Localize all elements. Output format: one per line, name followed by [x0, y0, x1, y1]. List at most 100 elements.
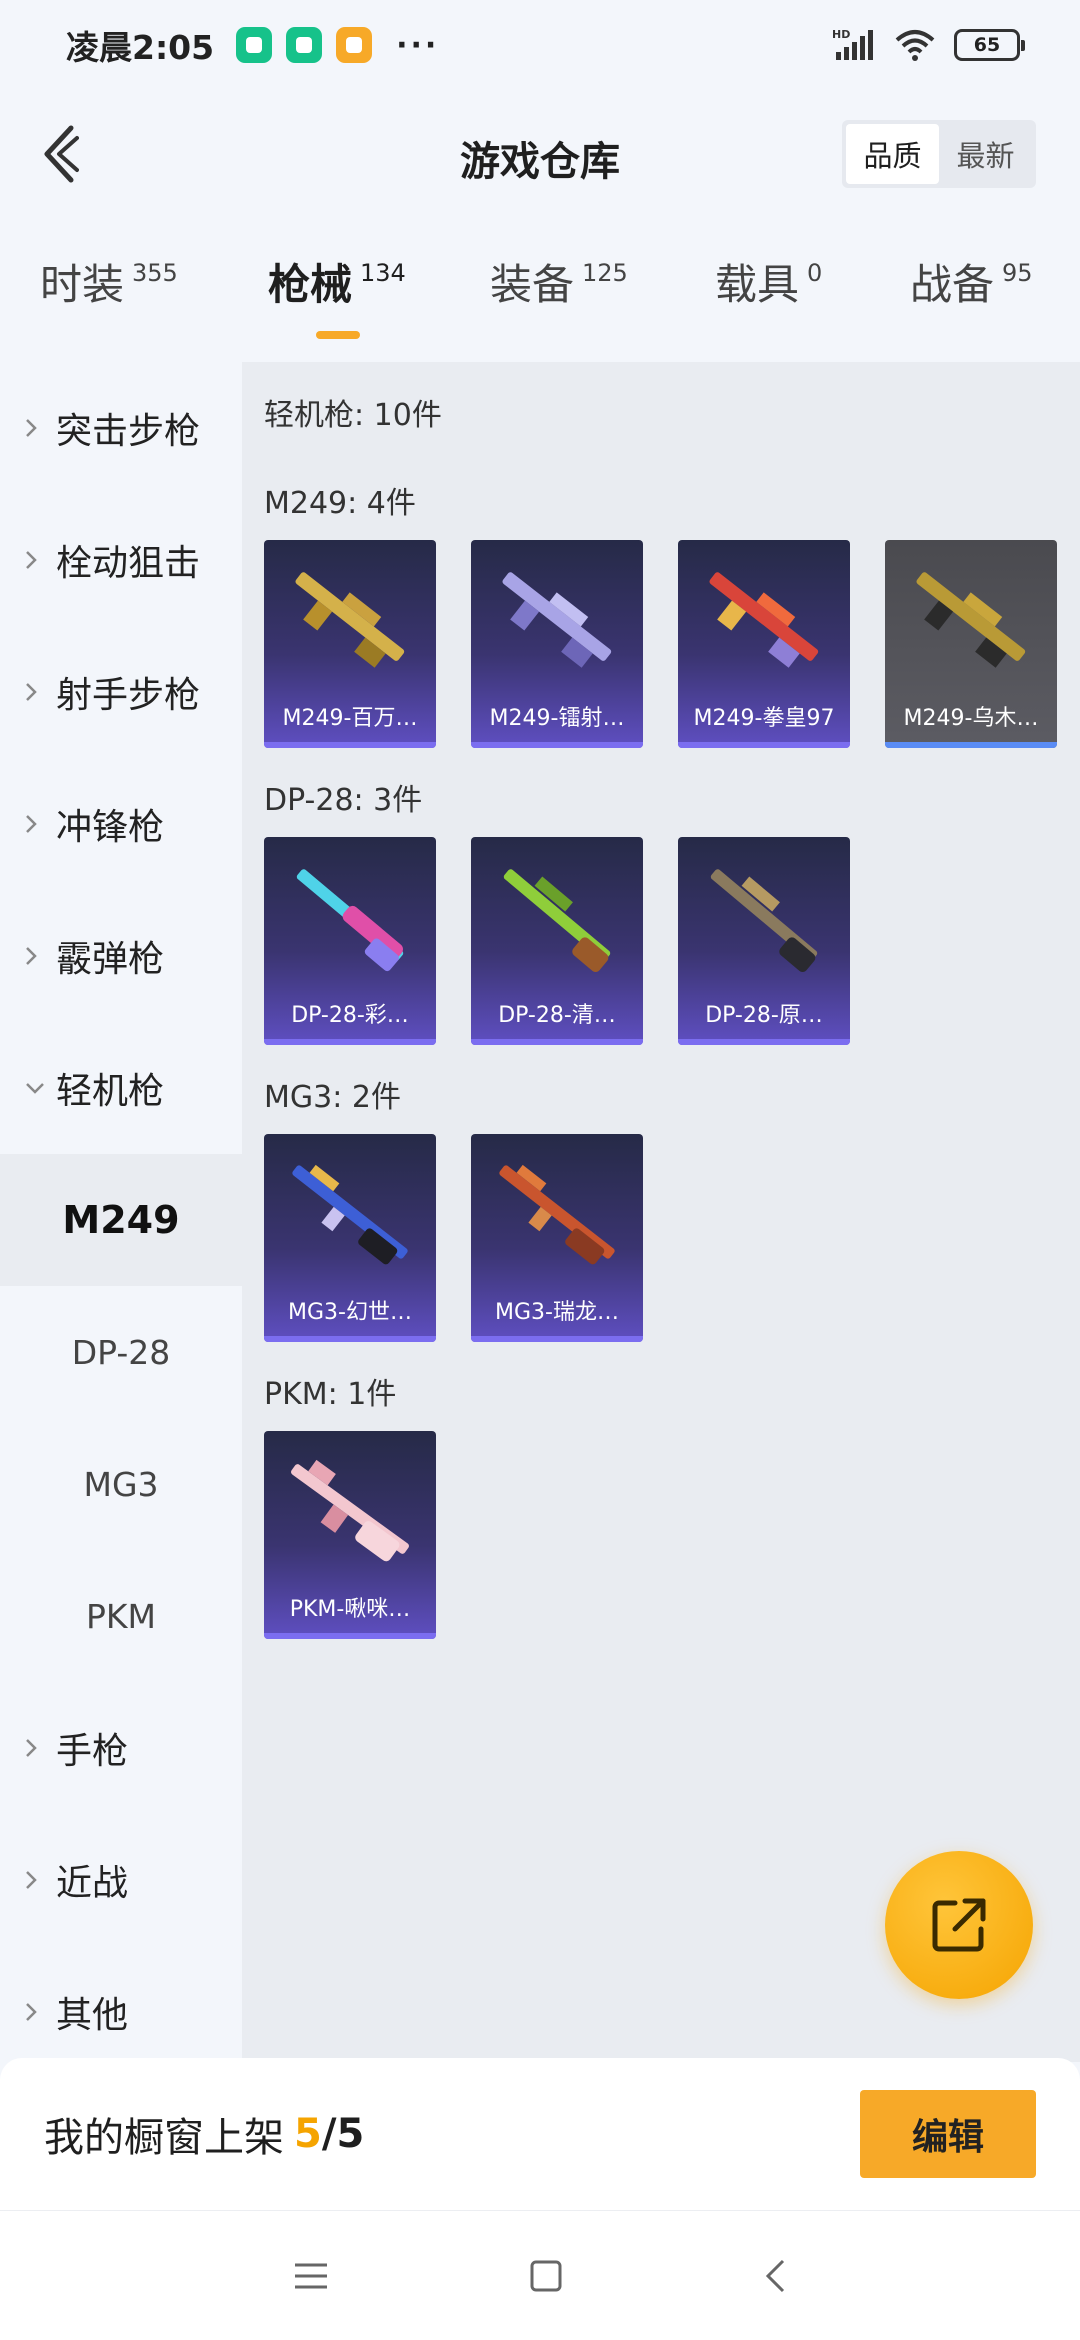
item-card[interactable]: M249-百万… — [264, 540, 436, 748]
weapon-image — [499, 1164, 615, 1265]
active-tab-indicator — [316, 331, 360, 339]
rarity-bar — [264, 1336, 436, 1342]
item-card[interactable]: MG3-瑞龙… — [471, 1134, 643, 1342]
item-card[interactable]: MG3-幻世… — [264, 1134, 436, 1342]
rarity-bar — [471, 742, 643, 748]
sidebar: 突击步枪 栓动狙击 射手步枪 冲锋枪 霰弹枪 轻机枪 M249 DP-28 MG… — [0, 362, 242, 2062]
tab-weapons[interactable]: 枪械 134 — [268, 255, 406, 315]
sidebar-item-bolt-snipers[interactable]: 栓动狙击 — [0, 494, 242, 626]
system-nav-bar — [0, 2210, 1080, 2340]
item-card[interactable]: M249-拳皇97 — [678, 540, 850, 748]
sidebar-subitem-dp28[interactable]: DP-28 — [0, 1286, 242, 1418]
rarity-bar — [264, 1039, 436, 1045]
item-name: M249-镭射… — [489, 706, 625, 731]
wifi-icon — [895, 30, 935, 61]
more-notifications-icon: ··· — [396, 27, 440, 63]
chevron-right-icon — [24, 1737, 46, 1759]
sidebar-item-marksman-rifles[interactable]: 射手步枪 — [0, 626, 242, 758]
item-card[interactable]: M249-镭射… — [471, 540, 643, 748]
menu-icon[interactable] — [293, 2261, 329, 2291]
sidebar-item-label: 近战 — [56, 1863, 129, 1904]
header: 游戏仓库 品质 最新 — [0, 105, 1080, 205]
chevron-down-icon — [24, 1081, 46, 1095]
tab-count: 125 — [582, 259, 628, 287]
item-card[interactable]: M249-乌木… — [885, 540, 1057, 748]
sidebar-item-label: 其他 — [56, 1995, 129, 2036]
category-tabs: 时装 355 枪械 134 装备 125 载具 0 战备 95 — [0, 255, 1080, 345]
sidebar-item-melee[interactable]: 近战 — [0, 1814, 242, 1946]
tab-equipment[interactable]: 装备 125 — [490, 255, 628, 315]
sidebar-item-label: 霰弹枪 — [56, 939, 165, 980]
weapon-image — [709, 572, 819, 668]
sidebar-item-smg[interactable]: 冲锋枪 — [0, 758, 242, 890]
sidebar-item-lmg[interactable]: 轻机枪 — [0, 1022, 242, 1154]
rarity-bar — [885, 742, 1057, 748]
tab-count: 0 — [807, 259, 823, 287]
back-icon[interactable] — [763, 2258, 787, 2294]
sidebar-subitem-mg3[interactable]: MG3 — [0, 1418, 242, 1550]
status-time: 凌晨2:05 — [66, 28, 215, 67]
shield-app-icon-2 — [286, 27, 323, 63]
battery-indicator: 65 — [954, 29, 1025, 61]
rarity-bar — [678, 1039, 850, 1045]
sidebar-item-label: 射手步枪 — [56, 675, 201, 716]
chevron-right-icon — [24, 813, 46, 835]
tab-count: 355 — [132, 259, 178, 287]
sidebar-item-assault-rifles[interactable]: 突击步枪 — [0, 362, 242, 494]
tab-label: 装备 — [490, 260, 575, 309]
chevron-right-icon — [24, 2001, 46, 2023]
sidebar-item-pistols[interactable]: 手枪 — [0, 1682, 242, 1814]
item-name: DP-28-原… — [705, 1003, 823, 1028]
signal-hd-label: HD — [832, 28, 850, 41]
sidebar-item-label: 突击步枪 — [56, 411, 201, 452]
rarity-bar — [264, 742, 436, 748]
chevron-right-icon — [24, 681, 46, 703]
home-icon[interactable] — [529, 2259, 563, 2293]
showcase-label: 我的橱窗上架 — [44, 2115, 284, 2161]
item-name: M249-乌木… — [903, 706, 1039, 731]
shield-app-icon — [236, 27, 273, 63]
content-area: 轻机枪: 10件 M249: 4件 M249-百万… M249-镭射… M249… — [242, 362, 1080, 2062]
rarity-bar — [471, 1039, 643, 1045]
item-card[interactable]: DP-28-清… — [471, 837, 643, 1045]
item-name: DP-28-清… — [498, 1003, 616, 1028]
item-name: MG3-幻世… — [288, 1300, 412, 1325]
sidebar-subitem-pkm[interactable]: PKM — [0, 1550, 242, 1682]
tab-gear[interactable]: 战备 95 — [910, 255, 1033, 315]
sidebar-item-label: 手枪 — [56, 1731, 129, 1772]
rarity-bar — [264, 1633, 436, 1639]
edit-button[interactable]: 编辑 — [860, 2090, 1036, 2178]
weapon-image — [296, 869, 404, 972]
sidebar-item-shotguns[interactable]: 霰弹枪 — [0, 890, 242, 1022]
share-fab-button[interactable] — [885, 1851, 1033, 1999]
tab-count: 95 — [1002, 259, 1033, 287]
weapon-image — [291, 1459, 409, 1562]
sort-newest-option[interactable]: 最新 — [939, 124, 1032, 184]
showcase-count: 5 — [294, 2111, 322, 2157]
item-card[interactable]: DP-28-原… — [678, 837, 850, 1045]
weapon-image — [710, 869, 818, 972]
group-title-m249: M249: 4件 — [264, 486, 416, 521]
rarity-bar — [678, 742, 850, 748]
tab-vehicles[interactable]: 载具 0 — [715, 255, 822, 315]
weapon-image — [295, 572, 405, 668]
item-name: MG3-瑞龙… — [495, 1300, 619, 1325]
sort-toggle: 品质 最新 — [842, 120, 1036, 188]
tab-costumes[interactable]: 时装 355 — [40, 255, 178, 315]
sidebar-subitem-m249[interactable]: M249 — [0, 1154, 242, 1286]
share-external-icon — [932, 1898, 986, 1952]
item-card[interactable]: DP-28-彩… — [264, 837, 436, 1045]
weapon-image — [502, 572, 612, 668]
item-card[interactable]: PKM-啾咪… — [264, 1431, 436, 1639]
weapon-image — [292, 1164, 408, 1265]
signal-icon: HD — [832, 28, 873, 60]
sidebar-item-label: 轻机枪 — [56, 1071, 165, 1112]
sidebar-item-label: 栓动狙击 — [56, 543, 201, 584]
tab-label: 战备 — [910, 260, 995, 309]
sidebar-item-label: 冲锋枪 — [56, 807, 165, 848]
tab-label: 载具 — [715, 260, 800, 309]
tab-label: 时装 — [40, 260, 125, 309]
sort-quality-option[interactable]: 品质 — [846, 124, 939, 184]
chevron-right-icon — [24, 549, 46, 571]
showcase-total: /5 — [321, 2111, 365, 2157]
